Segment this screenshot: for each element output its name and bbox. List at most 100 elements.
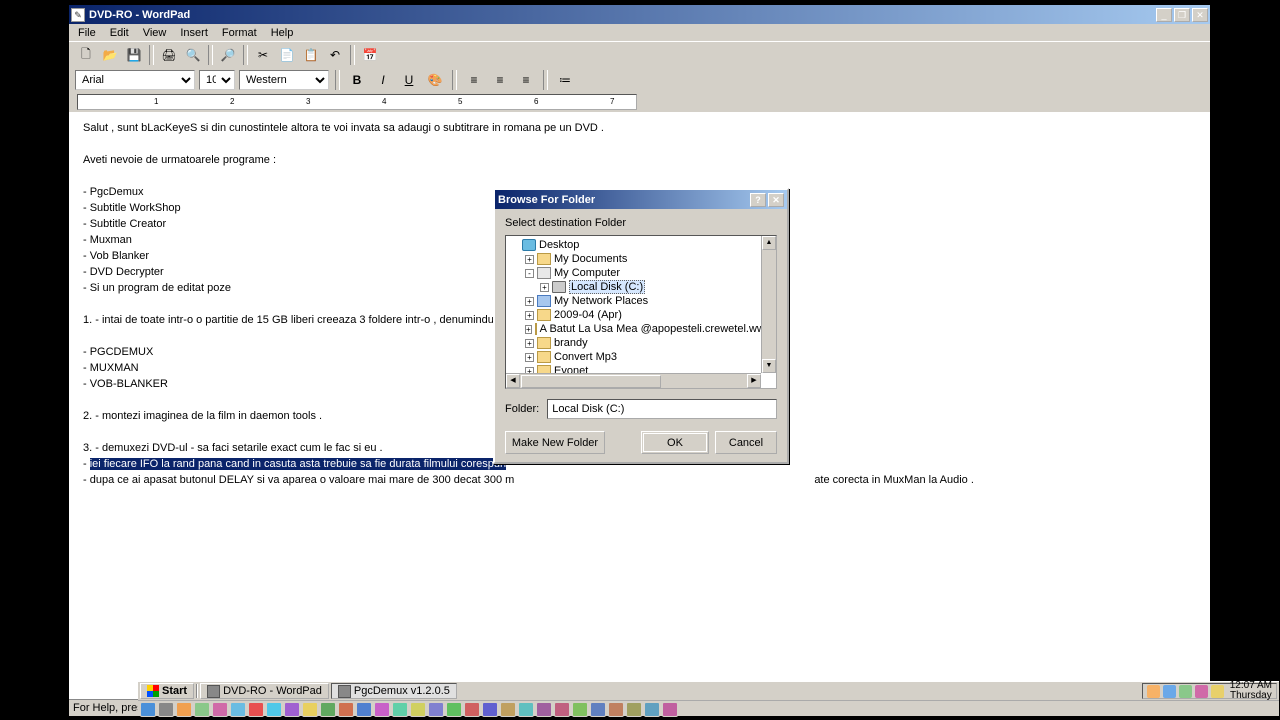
quicklaunch-icon[interactable] (626, 702, 642, 717)
expand-icon[interactable]: + (525, 339, 534, 348)
folder-tree[interactable]: Desktop+My Documents-My Computer+Local D… (505, 235, 777, 389)
scroll-up-icon[interactable]: ▲ (762, 236, 776, 250)
ruler[interactable]: 1234567 (77, 94, 637, 110)
tray-icon[interactable] (1211, 685, 1224, 698)
horizontal-scrollbar[interactable]: ◀ ▶ (506, 373, 761, 388)
datetime-button[interactable]: 📅 (359, 44, 381, 66)
quicklaunch-icon[interactable] (140, 702, 156, 717)
paste-button[interactable]: 📋 (300, 44, 322, 66)
ok-button[interactable]: OK (641, 431, 709, 454)
align-right-button[interactable]: ≡ (515, 69, 537, 91)
menu-insert[interactable]: Insert (173, 26, 215, 40)
font-name-select[interactable]: Arial (75, 70, 195, 90)
menu-format[interactable]: Format (215, 26, 264, 40)
quicklaunch-icon[interactable] (608, 702, 624, 717)
save-button[interactable]: 💾 (123, 44, 145, 66)
charset-select[interactable]: Western (239, 70, 329, 90)
quicklaunch-icon[interactable] (266, 702, 282, 717)
quicklaunch-icon[interactable] (482, 702, 498, 717)
clock[interactable]: 12:07 AM Thursday (1227, 681, 1272, 701)
quicklaunch-icon[interactable] (410, 702, 426, 717)
quicklaunch-icon[interactable] (176, 702, 192, 717)
quicklaunch-icon[interactable] (374, 702, 390, 717)
preview-button[interactable]: 🔍 (182, 44, 204, 66)
tree-item[interactable]: +My Network Places (508, 294, 774, 308)
tree-item[interactable]: +My Documents (508, 252, 774, 266)
expand-icon[interactable]: + (525, 325, 532, 334)
quicklaunch-icon[interactable] (194, 702, 210, 717)
tray-icon[interactable] (1179, 685, 1192, 698)
quicklaunch-icon[interactable] (320, 702, 336, 717)
make-new-folder-button[interactable]: Make New Folder (505, 431, 605, 454)
quicklaunch-icon[interactable] (248, 702, 264, 717)
tree-item[interactable]: +Convert Mp3 (508, 350, 774, 364)
tree-item[interactable]: +Local Disk (C:) (508, 280, 774, 294)
tree-item[interactable]: -My Computer (508, 266, 774, 280)
align-center-button[interactable]: ≡ (489, 69, 511, 91)
tree-item[interactable]: +2009-04 (Apr) (508, 308, 774, 322)
underline-button[interactable]: U (398, 69, 420, 91)
quicklaunch-icon[interactable] (230, 702, 246, 717)
quicklaunch-icon[interactable] (284, 702, 300, 717)
dialog-close-button[interactable]: ✕ (768, 193, 784, 207)
quicklaunch-icon[interactable] (302, 702, 318, 717)
quicklaunch-icon[interactable] (518, 702, 534, 717)
expand-icon[interactable]: + (540, 283, 549, 292)
cut-button[interactable]: ✂ (252, 44, 274, 66)
tree-item[interactable]: Desktop (508, 238, 774, 252)
quicklaunch-icon[interactable] (536, 702, 552, 717)
quicklaunch-icon[interactable] (158, 702, 174, 717)
tree-item[interactable]: +A Batut La Usa Mea @apopesteli.crewetel… (508, 322, 774, 336)
bold-button[interactable]: B (346, 69, 368, 91)
bullets-button[interactable]: ≔ (554, 69, 576, 91)
quicklaunch-icon[interactable] (212, 702, 228, 717)
tray-icon[interactable] (1163, 685, 1176, 698)
open-button[interactable]: 📂 (99, 44, 121, 66)
menu-help[interactable]: Help (264, 26, 301, 40)
quicklaunch-icon[interactable] (356, 702, 372, 717)
quicklaunch-icon[interactable] (446, 702, 462, 717)
scroll-right-icon[interactable]: ▶ (747, 374, 761, 388)
folder-input[interactable] (547, 399, 777, 419)
quicklaunch-icon[interactable] (428, 702, 444, 717)
scroll-thumb[interactable] (521, 375, 661, 388)
tray-icon[interactable] (1195, 685, 1208, 698)
new-button[interactable]: 🗋 (75, 44, 97, 66)
font-size-select[interactable]: 10 (199, 70, 235, 90)
taskbar-item[interactable]: PgcDemux v1.2.0.5 (331, 683, 457, 699)
quicklaunch-icon[interactable] (392, 702, 408, 717)
quicklaunch-icon[interactable] (590, 702, 606, 717)
minimize-button[interactable]: _ (1156, 8, 1172, 22)
menu-file[interactable]: File (71, 26, 103, 40)
quicklaunch-icon[interactable] (644, 702, 660, 717)
italic-button[interactable]: I (372, 69, 394, 91)
align-left-button[interactable]: ≡ (463, 69, 485, 91)
maximize-button[interactable]: ❐ (1174, 8, 1190, 22)
find-button[interactable]: 🔎 (217, 44, 239, 66)
scroll-left-icon[interactable]: ◀ (506, 374, 520, 388)
menu-edit[interactable]: Edit (103, 26, 136, 40)
quicklaunch-icon[interactable] (554, 702, 570, 717)
expand-icon[interactable]: + (525, 353, 534, 362)
color-button[interactable]: 🎨 (424, 69, 446, 91)
quicklaunch-icon[interactable] (662, 702, 678, 717)
expand-icon[interactable]: + (525, 255, 534, 264)
copy-button[interactable]: 📄 (276, 44, 298, 66)
quicklaunch-icon[interactable] (500, 702, 516, 717)
dialog-help-button[interactable]: ? (750, 193, 766, 207)
taskbar-item[interactable]: DVD-RO - WordPad (200, 683, 329, 699)
undo-button[interactable]: ↶ (324, 44, 346, 66)
menu-view[interactable]: View (136, 26, 174, 40)
scroll-down-icon[interactable]: ▼ (762, 359, 776, 373)
vertical-scrollbar[interactable]: ▲ ▼ (761, 236, 776, 373)
start-button[interactable]: Start (140, 683, 194, 699)
expand-icon[interactable]: - (525, 269, 534, 278)
expand-icon[interactable]: + (525, 311, 534, 320)
quicklaunch-icon[interactable] (338, 702, 354, 717)
quicklaunch-icon[interactable] (464, 702, 480, 717)
close-button[interactable]: ✕ (1192, 8, 1208, 22)
tray-icon[interactable] (1147, 685, 1160, 698)
print-button[interactable]: 🖨 (158, 44, 180, 66)
quicklaunch-icon[interactable] (572, 702, 588, 717)
expand-icon[interactable]: + (525, 297, 534, 306)
